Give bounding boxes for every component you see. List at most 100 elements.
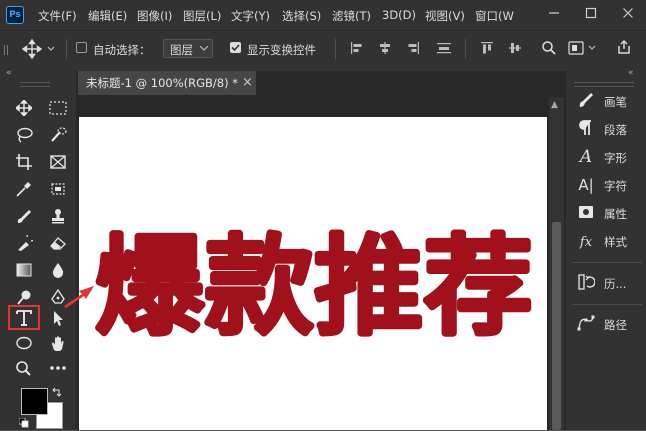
canvas-text-layer[interactable]: 爆款推荐: [92, 224, 552, 364]
eraser-tool[interactable]: [44, 231, 72, 255]
share-icon[interactable]: [616, 39, 632, 58]
gradient-tool[interactable]: [10, 258, 38, 282]
workspace-switcher-icon[interactable]: [568, 41, 598, 58]
checkmark-icon: [231, 44, 240, 52]
panel-grip-icon: [574, 82, 634, 87]
ellipse-icon: [16, 336, 32, 350]
more-tools[interactable]: [44, 356, 72, 380]
brush-panel-button[interactable]: 画笔: [576, 90, 642, 112]
crop-tool[interactable]: [10, 150, 38, 174]
photoshop-logo: Ps: [6, 6, 24, 24]
menu-layer[interactable]: 图层(L): [183, 8, 221, 24]
move-tool-icon: [21, 38, 55, 60]
minimize-icon: [549, 12, 559, 14]
frame-tool[interactable]: [44, 150, 72, 174]
document-tab[interactable]: 未标题-1 @ 100%(RGB/8) * ×: [78, 71, 256, 95]
swap-colors-icon[interactable]: [52, 387, 62, 400]
menu-select[interactable]: 选择(S): [282, 8, 321, 24]
glyphs-panel-button[interactable]: A 字形: [576, 146, 642, 168]
character-panel-button[interactable]: A| 字符: [576, 174, 642, 196]
blur-tool[interactable]: [44, 258, 72, 282]
zoom-icon: [16, 361, 31, 376]
panel-label: 字符: [604, 179, 627, 193]
quick-selection-tool[interactable]: [44, 123, 72, 147]
align-left-edges-icon[interactable]: [350, 41, 364, 58]
menu-file[interactable]: 文件(F): [38, 8, 77, 24]
align-right-edges-icon[interactable]: [406, 41, 420, 58]
type-t-icon: [16, 310, 32, 326]
styles-icon: fx: [579, 235, 593, 250]
hand-tool[interactable]: [44, 331, 72, 355]
frame-icon: [50, 155, 66, 169]
foreground-color-swatch[interactable]: [21, 388, 48, 415]
auto-select-checkbox[interactable]: [76, 42, 87, 53]
menu-window[interactable]: 窗口(W: [475, 8, 514, 24]
gradient-icon: [16, 263, 32, 277]
panel-grip-icon: [4, 45, 8, 58]
collapse-panel-icon[interactable]: «: [6, 68, 12, 78]
panel-label: 历...: [604, 277, 627, 291]
menu-3d[interactable]: 3D(D): [382, 8, 416, 22]
auto-select-label: 自动选择：: [93, 43, 151, 57]
panel-grip-icon: [20, 82, 50, 87]
align-top-edges-icon[interactable]: [480, 41, 494, 58]
close-tab-icon[interactable]: ×: [242, 71, 253, 95]
show-transform-checkbox[interactable]: [230, 42, 241, 53]
vertical-scrollbar-thumb[interactable]: [552, 222, 561, 430]
eyedropper-tool[interactable]: [10, 177, 38, 201]
search-icon[interactable]: [541, 40, 557, 59]
paragraph-panel-icon: [576, 119, 596, 139]
paths-panel-button[interactable]: 路径: [576, 313, 642, 335]
document-tab-title: 未标题-1 @ 100%(RGB/8) *: [86, 76, 239, 90]
close-button[interactable]: [610, 0, 646, 26]
panel-label: 画笔: [604, 95, 627, 109]
close-icon: [623, 8, 633, 18]
chevron-down-icon: [200, 46, 208, 51]
brush-tool[interactable]: [10, 204, 38, 228]
rectangular-marquee-icon: [49, 101, 67, 115]
move-tool-preset-picker[interactable]: [20, 38, 60, 60]
minimize-button[interactable]: [536, 0, 572, 26]
distribute-vertical-icon[interactable]: [436, 41, 452, 58]
move-tool[interactable]: [10, 96, 38, 120]
maximize-button[interactable]: [573, 0, 609, 26]
marquee-tool[interactable]: [44, 96, 72, 120]
stamp-icon: [52, 209, 64, 224]
auto-select-target-dropdown[interactable]: 图层: [163, 39, 213, 58]
patch-icon: [51, 183, 65, 195]
menu-view[interactable]: 视图(V): [425, 8, 465, 24]
panel-label: 段落: [604, 123, 627, 137]
lasso-tool[interactable]: [10, 123, 38, 147]
path-selection-tool[interactable]: [44, 306, 72, 330]
menu-bar: Ps 文件(F) 编辑(E) 图像(I) 图层(L) 文字(Y) 选择(S) 滤…: [0, 0, 646, 30]
move-tool-icon: [16, 100, 32, 116]
clone-stamp-tool[interactable]: [44, 204, 72, 228]
expand-panels-icon[interactable]: «: [628, 68, 634, 78]
history-brush-icon: [18, 235, 33, 251]
history-panel-button[interactable]: 历...: [576, 272, 642, 294]
spot-healing-tool[interactable]: [44, 177, 72, 201]
maximize-icon: [585, 7, 597, 19]
align-vertical-centers-icon[interactable]: [508, 41, 522, 58]
scroll-up-arrow-icon[interactable]: ▲: [551, 100, 558, 110]
options-bar: 自动选择： 图层 显示变换控件: [0, 30, 646, 67]
menu-filter[interactable]: 滤镜(T): [332, 8, 371, 24]
align-horizontal-centers-icon[interactable]: [378, 41, 392, 58]
lasso-icon: [17, 127, 33, 143]
crop-icon: [16, 154, 32, 170]
type-tool[interactable]: [8, 305, 40, 330]
hand-icon: [52, 336, 64, 351]
default-colors-icon[interactable]: [18, 417, 29, 431]
styles-panel-button[interactable]: fx 样式: [576, 230, 642, 252]
properties-panel-button[interactable]: 属性: [576, 202, 642, 224]
zoom-tool[interactable]: [10, 356, 38, 380]
history-brush-tool[interactable]: [10, 231, 38, 255]
properties-icon: [576, 203, 596, 223]
menu-edit[interactable]: 编辑(E): [88, 8, 127, 24]
menu-type[interactable]: 文字(Y): [231, 8, 270, 24]
selection-arrow-icon: [54, 311, 63, 326]
dodge-icon: [17, 290, 31, 305]
paragraph-panel-button[interactable]: 段落: [576, 118, 642, 140]
menu-image[interactable]: 图像(I): [137, 8, 172, 24]
ellipse-tool[interactable]: [10, 331, 38, 355]
